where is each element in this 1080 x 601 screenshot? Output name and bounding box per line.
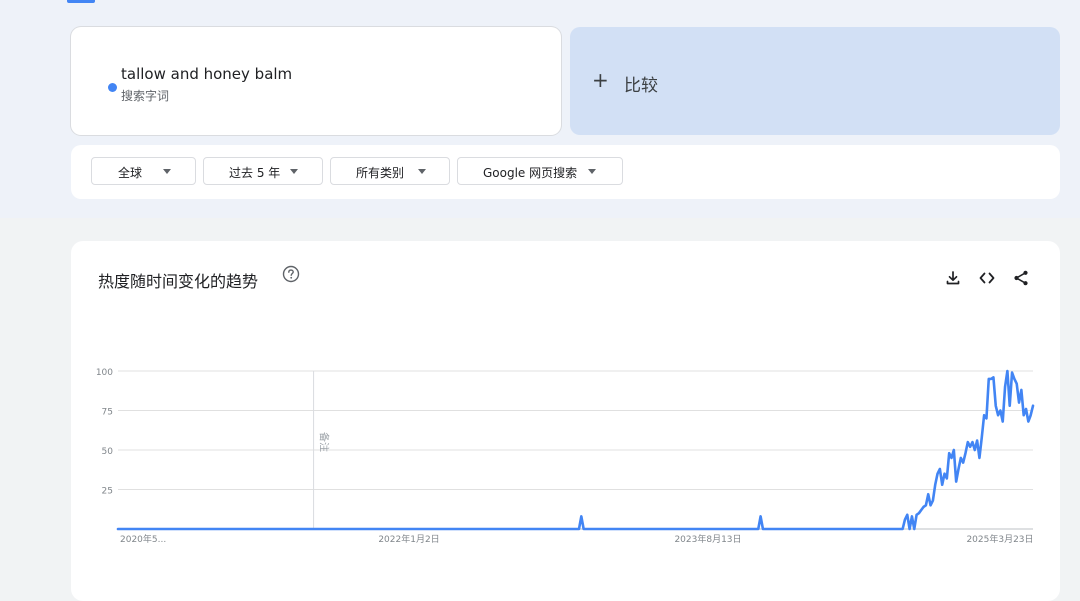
search-type-filter[interactable]: Google 网页搜索 [457, 157, 623, 185]
x-tick-label: 2022年1月2日 [378, 533, 439, 545]
download-icon[interactable] [944, 269, 962, 287]
search-term-type: 搜索字词 [121, 89, 170, 103]
region-filter-label: 全球 [118, 166, 143, 180]
search-type-filter-label: Google 网页搜索 [483, 166, 578, 180]
search-term-card[interactable]: tallow and honey balm 搜索字词 [71, 27, 561, 135]
caret-down-icon [163, 169, 171, 174]
y-tick-label: 50 [102, 447, 114, 457]
x-tick-label: 2023年8月13日 [674, 533, 741, 545]
y-tick-label: 100 [96, 368, 113, 378]
caret-down-icon [418, 169, 426, 174]
y-tick-label: 75 [102, 408, 113, 418]
plus-icon: + [592, 68, 609, 92]
x-tick-label: 2025年3月23日 [966, 533, 1033, 545]
caret-down-icon [588, 169, 596, 174]
chart-title: 热度随时间变化的趋势 [98, 272, 259, 291]
x-tick-label: 2020年5... [120, 533, 166, 545]
time-range-filter[interactable]: 过去 5 年 [203, 157, 323, 185]
caret-down-icon [290, 169, 298, 174]
y-tick-label: 25 [102, 487, 113, 497]
series-color-dot [108, 83, 117, 92]
category-filter-label: 所有类别 [356, 166, 405, 180]
interest-over-time-card: 热度随时间变化的趋势 100 75 50 25 备注 2020年5... 2022年1月2日… [71, 241, 1060, 601]
region-filter[interactable]: 全球 [91, 157, 196, 185]
embed-code-icon[interactable] [978, 269, 996, 287]
time-range-filter-label: 过去 5 年 [229, 166, 281, 180]
compare-label: 比较 [624, 76, 658, 96]
trend-chart: 100 75 50 25 备注 2020年5... 2022年1月2日 2023年8月13日 2… [96, 368, 1035, 545]
annotation-label: 备注 [318, 432, 331, 452]
compare-button[interactable]: + 比较 [570, 27, 1060, 135]
filter-bar: 全球 过去 5 年 所有类别 Google 网页搜索 [71, 145, 1060, 199]
share-icon[interactable] [1012, 269, 1030, 287]
search-term-name[interactable]: tallow and honey balm [121, 65, 292, 83]
active-tab-indicator [67, 0, 95, 3]
help-circle-icon[interactable] [282, 265, 300, 283]
category-filter[interactable]: 所有类别 [330, 157, 450, 185]
